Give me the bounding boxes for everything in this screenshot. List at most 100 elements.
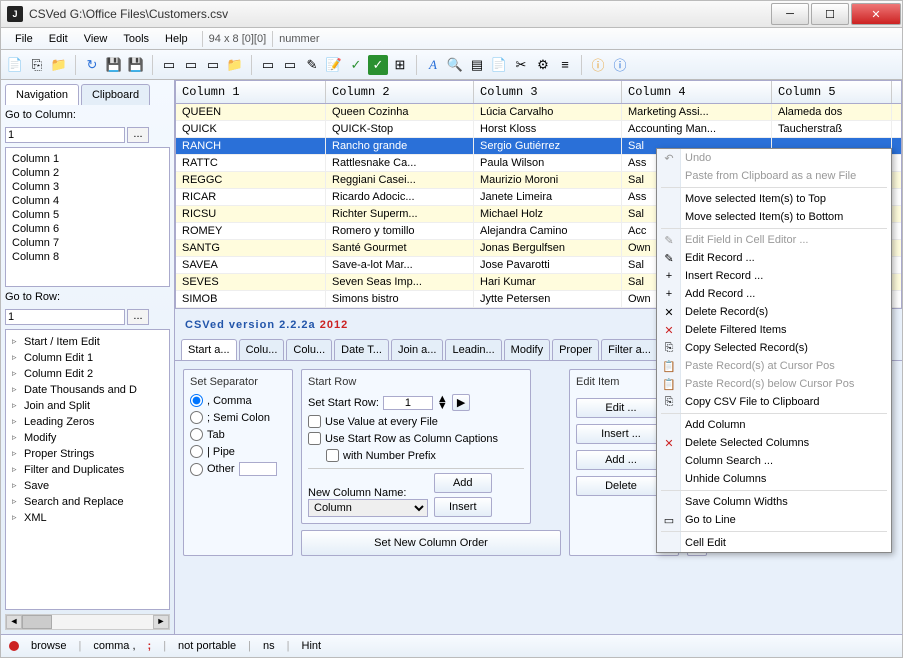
delete-button[interactable]: Delete [576, 476, 666, 496]
menu-file[interactable]: File [7, 31, 41, 47]
table-cell[interactable]: Queen Cozinha [326, 104, 474, 120]
edit-icon[interactable]: ✎ [302, 55, 322, 75]
insert-column-button[interactable]: Insert [434, 497, 492, 517]
tree-item[interactable]: Column Edit 2 [10, 366, 165, 382]
context-menu-item[interactable]: ✎Edit Record ... [657, 249, 891, 267]
help-icon[interactable]: ⓘ [610, 55, 630, 75]
note-icon[interactable]: 📝 [324, 55, 344, 75]
column-list-item[interactable]: Column 7 [10, 236, 165, 250]
tool2-icon[interactable]: ▭ [280, 55, 300, 75]
context-menu-item[interactable]: +Add Record ... [657, 285, 891, 303]
lower-tab[interactable]: Join a... [391, 339, 444, 360]
window3-icon[interactable]: ▭ [203, 55, 223, 75]
lower-tab[interactable]: Leadin... [445, 339, 501, 360]
table-cell[interactable]: RATTC [176, 155, 326, 171]
table-cell[interactable]: Seven Seas Imp... [326, 274, 474, 290]
column-list-item[interactable]: Column 8 [10, 250, 165, 264]
tree-item[interactable]: Filter and Duplicates [10, 462, 165, 478]
table-cell[interactable]: Maurizio Moroni [474, 172, 622, 188]
window1-icon[interactable]: ▭ [159, 55, 179, 75]
table-cell[interactable]: Paula Wilson [474, 155, 622, 171]
spinner-icon[interactable]: ▲▼ [437, 396, 448, 410]
goto-column-button[interactable]: ... [127, 127, 149, 143]
column-list-item[interactable]: Column 6 [10, 222, 165, 236]
table-cell[interactable]: REGGC [176, 172, 326, 188]
context-menu-item[interactable]: ▭Go to Line [657, 511, 891, 529]
context-menu-item[interactable]: ⎘Copy CSV File to Clipboard [657, 393, 891, 411]
column-header[interactable]: Column 1 [176, 81, 326, 103]
tab-navigation[interactable]: Navigation [5, 84, 79, 105]
lower-tab[interactable]: Proper [552, 339, 599, 360]
tree-item[interactable]: Leading Zeros [10, 414, 165, 430]
table-cell[interactable]: SEVES [176, 274, 326, 290]
new-icon[interactable]: 📄 [5, 55, 25, 75]
list-icon[interactable]: ▤ [467, 55, 487, 75]
add-button[interactable]: Add ... [576, 450, 666, 470]
copy-icon[interactable]: ⎘ [27, 55, 47, 75]
goto-column-input[interactable] [5, 127, 125, 143]
lower-tab[interactable]: Colu... [239, 339, 285, 360]
table-cell[interactable]: Jose Pavarotti [474, 257, 622, 273]
insert-button[interactable]: Insert ... [576, 424, 666, 444]
tool3-icon[interactable]: ⊞ [390, 55, 410, 75]
window2-icon[interactable]: ▭ [181, 55, 201, 75]
doc-icon[interactable]: 📄 [489, 55, 509, 75]
column-header[interactable]: Column 3 [474, 81, 622, 103]
radio-tab[interactable] [190, 428, 203, 441]
start-row-go[interactable]: ▶ [452, 394, 470, 411]
table-row[interactable]: QUEENQueen CozinhaLúcia CarvalhoMarketin… [176, 104, 901, 121]
table-cell[interactable]: Santé Gourmet [326, 240, 474, 256]
tree-item[interactable]: Column Edit 1 [10, 350, 165, 366]
table-cell[interactable]: Lúcia Carvalho [474, 104, 622, 120]
table-cell[interactable]: Accounting Man... [622, 121, 772, 137]
folder-icon[interactable]: 📁 [49, 55, 69, 75]
new-column-select[interactable]: Column [308, 499, 428, 517]
table-cell[interactable]: Reggiani Casei... [326, 172, 474, 188]
context-menu-item[interactable]: Save Column Widths [657, 493, 891, 511]
add-column-button[interactable]: Add [434, 473, 492, 493]
chk-everyfile[interactable] [308, 415, 321, 428]
chk-numprefix[interactable] [326, 449, 339, 462]
table-cell[interactable]: Ricardo Adocic... [326, 189, 474, 205]
tree-item[interactable]: Date Thousands and D [10, 382, 165, 398]
table-cell[interactable]: Rattlesnake Ca... [326, 155, 474, 171]
table-cell[interactable]: Marketing Assi... [622, 104, 772, 120]
menu-help[interactable]: Help [157, 31, 196, 47]
tool1-icon[interactable]: ▭ [258, 55, 278, 75]
radio-pipe[interactable] [190, 445, 203, 458]
tree-item[interactable]: XML [10, 510, 165, 526]
table-cell[interactable]: QUEEN [176, 104, 326, 120]
table-cell[interactable]: Rancho grande [326, 138, 474, 154]
radio-semi[interactable] [190, 411, 203, 424]
scroll-left-icon[interactable]: ◄ [6, 615, 22, 629]
check1-icon[interactable]: ✓ [346, 55, 366, 75]
table-cell[interactable]: QUICK-Stop [326, 121, 474, 137]
menu-tools[interactable]: Tools [115, 31, 157, 47]
table-cell[interactable]: Jytte Petersen [474, 291, 622, 307]
check2-icon[interactable]: ✓ [368, 55, 388, 75]
table-cell[interactable]: SANTG [176, 240, 326, 256]
column-header[interactable]: Column 4 [622, 81, 772, 103]
context-menu-item[interactable]: Add Column [657, 416, 891, 434]
maximize-button[interactable]: ☐ [811, 3, 849, 25]
table-cell[interactable]: QUICK [176, 121, 326, 137]
column-header[interactable]: Column 5 [772, 81, 892, 103]
tree-item[interactable]: Search and Replace [10, 494, 165, 510]
context-menu-item[interactable]: Move selected Item(s) to Top [657, 190, 891, 208]
column-list[interactable]: Column 1Column 2Column 3Column 4Column 5… [5, 147, 170, 287]
tree-item[interactable]: Proper Strings [10, 446, 165, 462]
search-icon[interactable]: 🔍 [445, 55, 465, 75]
context-menu-item[interactable]: Unhide Columns [657, 470, 891, 488]
tree-item[interactable]: Start / Item Edit [10, 334, 165, 350]
goto-row-input[interactable] [5, 309, 125, 325]
column-list-item[interactable]: Column 4 [10, 194, 165, 208]
column-list-item[interactable]: Column 3 [10, 180, 165, 194]
tree-item[interactable]: Save [10, 478, 165, 494]
set-column-order-button[interactable]: Set New Column Order [301, 530, 561, 556]
info-icon[interactable]: ⓘ [588, 55, 608, 75]
tree-item[interactable]: Modify [10, 430, 165, 446]
other-separator-input[interactable] [239, 462, 277, 476]
save-icon[interactable]: 💾 [104, 55, 124, 75]
table-cell[interactable]: Michael Holz [474, 206, 622, 222]
tools-icon[interactable]: ✂ [511, 55, 531, 75]
